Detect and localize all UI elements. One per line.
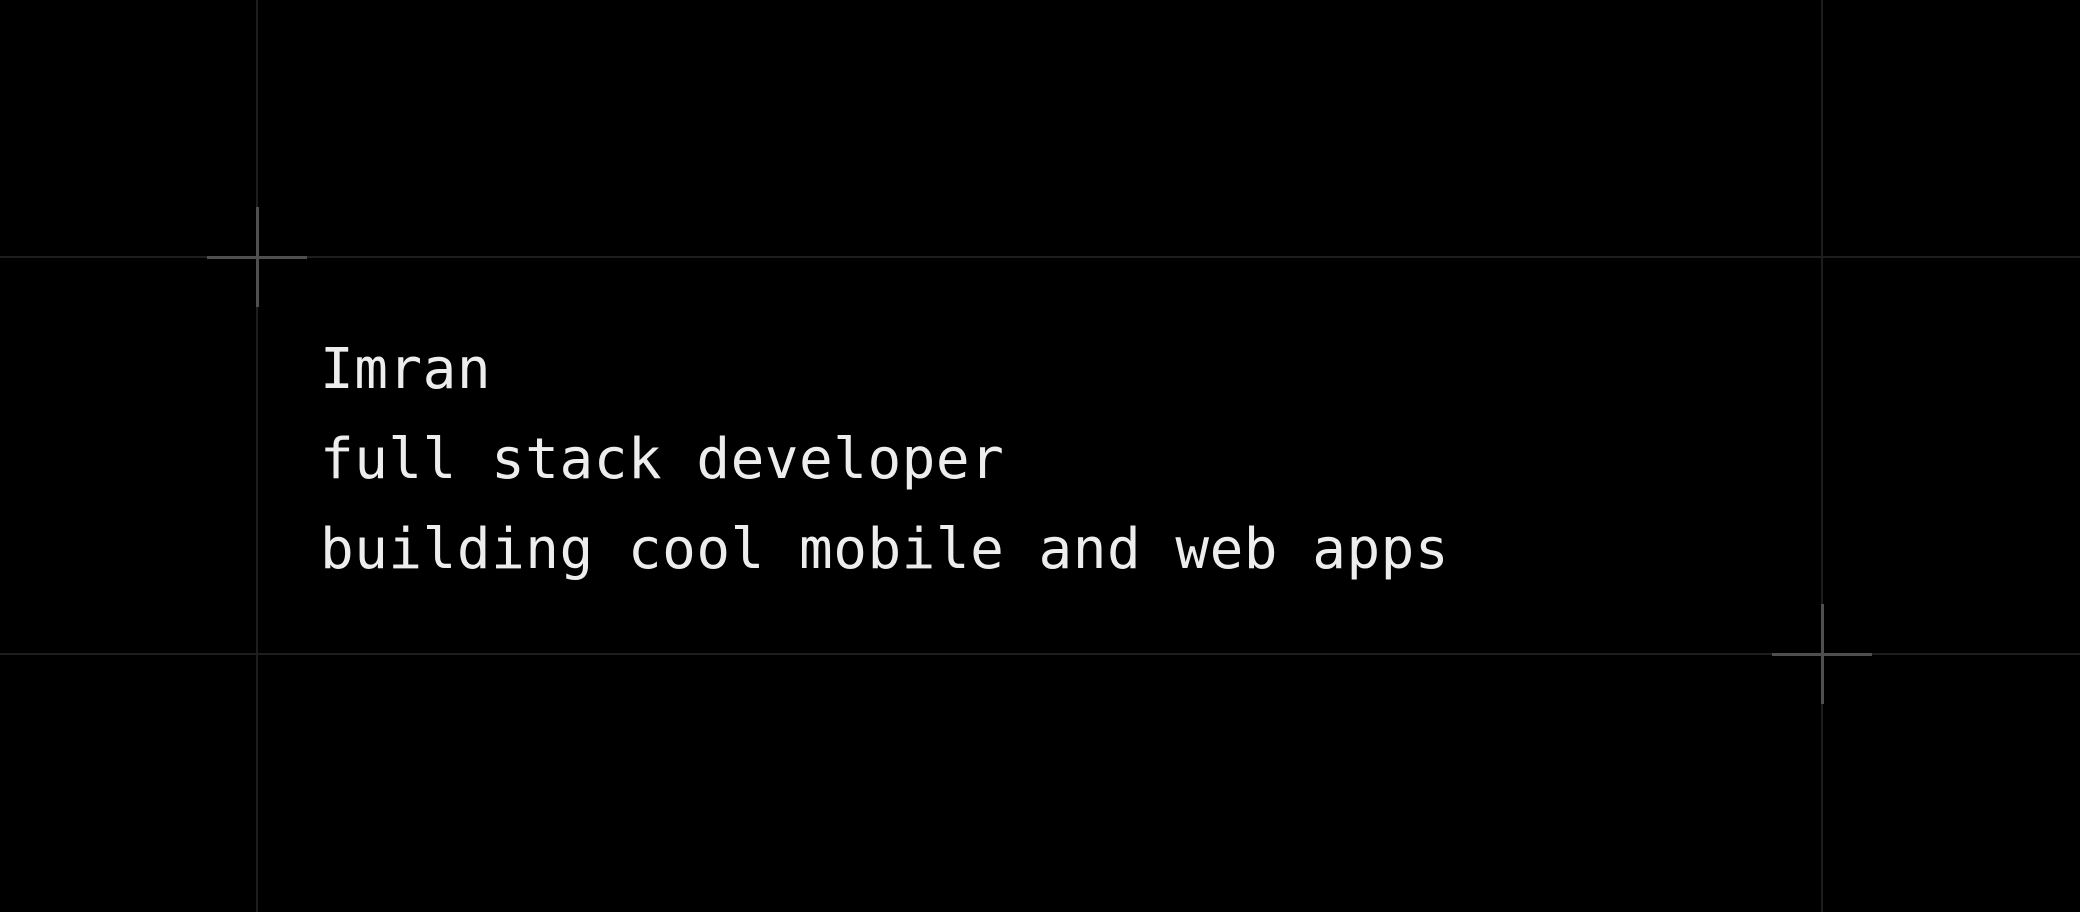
profile-tagline: building cool mobile and web apps xyxy=(320,517,1450,582)
grid-line-left xyxy=(256,0,258,912)
grid-line-bottom xyxy=(0,653,2080,655)
crosshair-icon xyxy=(1772,604,1872,704)
intro-text: Imran full stack developer building cool… xyxy=(320,325,1449,595)
profile-name: Imran xyxy=(320,337,492,402)
grid-line-top xyxy=(0,256,2080,258)
crosshair-icon xyxy=(207,207,307,307)
profile-role: full stack developer xyxy=(320,427,1005,492)
hero-section: Imran full stack developer building cool… xyxy=(0,0,2080,912)
grid-line-right xyxy=(1821,0,1823,912)
